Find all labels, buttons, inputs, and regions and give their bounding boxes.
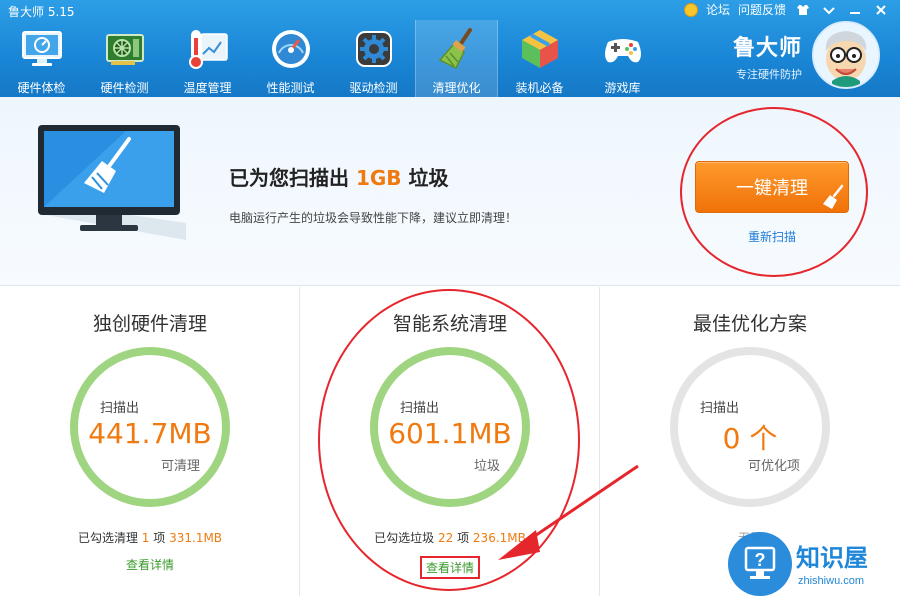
site-watermark-logo: ? 知识屋 zhishiwu.com: [728, 532, 868, 596]
selection-count: 1: [141, 531, 150, 545]
nav-label: 游戏库: [604, 81, 641, 95]
scan-title-prefix: 已为您扫描出: [229, 166, 349, 190]
scan-result-title: 已为您扫描出 1GB 垃圾: [229, 162, 449, 191]
skin-icon[interactable]: [794, 2, 812, 18]
ring-value: 441.7MB: [88, 417, 212, 450]
nav-label: 性能测试: [266, 81, 315, 95]
progress-ring: 扫描出 441.7MB 可清理: [70, 347, 230, 507]
scan-description: 电脑运行产生的垃圾会导致性能下降，建议立即清理！: [229, 211, 518, 225]
hardware-clean-panel: 独创硬件清理 扫描出 441.7MB 可清理 已勾选清理 1 项 331.1MB…: [0, 287, 300, 596]
watermark-name: 知识屋: [796, 544, 868, 572]
nav-label: 硬件检测: [100, 81, 149, 95]
coin-icon[interactable]: [683, 2, 698, 17]
close-icon[interactable]: [872, 2, 890, 18]
ring-unit: 可清理: [160, 459, 200, 474]
broom-icon: [823, 184, 844, 209]
monitor-broom-icon: [38, 125, 186, 240]
broom-icon: [438, 28, 472, 70]
nav-label: 驱动检测: [349, 81, 398, 95]
panel-title: 最佳优化方案: [692, 313, 807, 335]
progress-ring: 扫描出 0 个 可优化项: [670, 347, 830, 507]
ring-unit: 可优化项: [747, 459, 800, 474]
title-bar: 鲁大师 5.15 论坛 问题反馈 硬件体检 硬件检测 温度管理 性能测试 驱动检…: [0, 0, 900, 97]
selection-count: 22: [437, 531, 454, 545]
nav-label: 清理优化: [432, 81, 481, 95]
view-details-link[interactable]: 查看详情: [419, 556, 480, 579]
nav-item-performance[interactable]: 性能测试: [249, 20, 332, 97]
nav-item-temperature[interactable]: 温度管理: [166, 20, 249, 97]
monitor-icon: [21, 31, 62, 66]
selection-prefix: 已勾选垃圾: [374, 531, 435, 545]
nav-label: 硬件体检: [17, 81, 66, 95]
scan-summary: 已为您扫描出 1GB 垃圾 电脑运行产生的垃圾会导致性能下降，建议立即清理！ 一…: [0, 97, 900, 286]
forum-link[interactable]: 论坛: [706, 1, 730, 18]
watermark-url: zhishiwu.com: [798, 575, 864, 587]
nav-item-games[interactable]: 游戏库: [581, 20, 664, 97]
panel-title: 智能系统清理: [392, 313, 507, 335]
graphics-card-icon: [105, 34, 144, 65]
nav-item-hardware-checkup[interactable]: 硬件体检: [0, 20, 83, 97]
clean-button-label: 一键清理: [736, 178, 808, 199]
panel-title: 独创硬件清理: [92, 313, 207, 335]
selection-summary: 已勾选清理 1 项 331.1MB: [0, 529, 300, 546]
selection-unit: 项: [457, 531, 470, 545]
junk-amount: 1GB: [355, 166, 402, 190]
menu-icon[interactable]: [820, 2, 838, 18]
ring-value: 0 个: [722, 422, 778, 455]
ring-value: 601.1MB: [388, 417, 512, 450]
svg-text:?: ?: [755, 550, 766, 570]
ring-label: 扫描出: [400, 401, 440, 416]
details-link-container: 查看详情: [0, 556, 300, 573]
nav-item-cleanup[interactable]: 清理优化: [415, 20, 498, 97]
gamepad-icon: [604, 39, 641, 63]
mascot-avatar[interactable]: [812, 21, 880, 89]
nav-item-hardware-detect[interactable]: 硬件检测: [83, 20, 166, 97]
nav-label: 温度管理: [183, 81, 232, 95]
selection-unit: 项: [153, 531, 166, 545]
brand: 鲁大师 专注硬件防护: [733, 30, 802, 82]
annotation-arrow: [498, 464, 639, 560]
scan-title-suffix: 垃圾: [408, 166, 449, 190]
speedometer-icon: [271, 30, 310, 68]
nav-label: 装机必备: [515, 81, 564, 95]
brand-name: 鲁大师: [732, 36, 802, 61]
nav-item-driver[interactable]: 驱动检测: [332, 20, 415, 97]
minimize-icon[interactable]: [846, 2, 864, 18]
top-links: 论坛 问题反馈: [683, 1, 890, 18]
ring-label: 扫描出: [700, 401, 740, 416]
thermometer-icon: [188, 30, 228, 69]
driver-gear-icon: [355, 31, 392, 67]
app-title: 鲁大师 5.15: [8, 5, 75, 19]
selection-size: 331.1MB: [169, 531, 223, 545]
main-nav: 硬件体检 硬件检测 温度管理 性能测试 驱动检测 清理优化 装机必备 游戏库: [0, 20, 664, 97]
selection-prefix: 已勾选清理: [77, 531, 138, 545]
cube-icon: [521, 30, 558, 68]
ring-label: 扫描出: [100, 401, 140, 416]
feedback-link[interactable]: 问题反馈: [738, 1, 786, 18]
view-details-link[interactable]: 查看详情: [126, 558, 174, 572]
nav-item-software[interactable]: 装机必备: [498, 20, 581, 97]
rescan-link[interactable]: 重新扫描: [748, 228, 796, 245]
brand-slogan: 专注硬件防护: [736, 68, 802, 81]
one-click-clean-button[interactable]: 一键清理: [695, 161, 849, 213]
